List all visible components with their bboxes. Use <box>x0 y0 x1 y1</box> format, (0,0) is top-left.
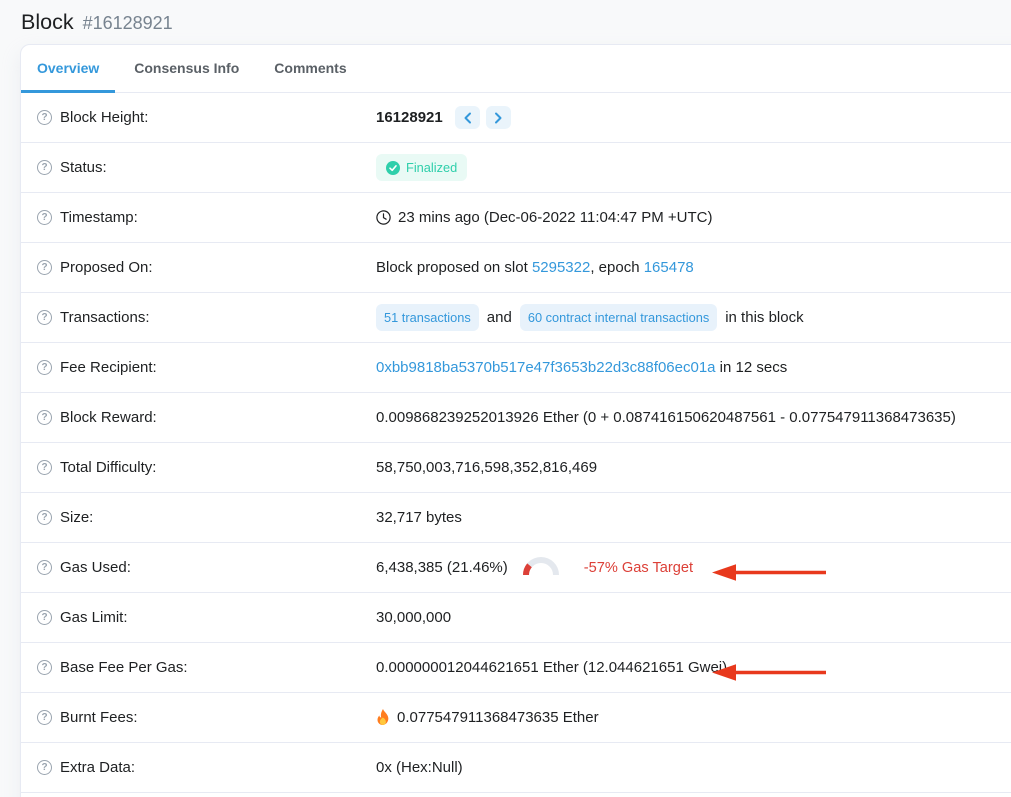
row-label: ? Block Reward: <box>37 409 376 426</box>
question-icon[interactable]: ? <box>37 260 52 275</box>
row-status: ? Status: Finalized <box>21 143 1011 193</box>
row-label: ? Gas Used: <box>37 559 376 576</box>
row-label: ? Proposed On: <box>37 259 376 276</box>
question-icon[interactable]: ? <box>37 760 52 775</box>
transactions-conjunction: and <box>487 309 512 326</box>
page-block-number: #16128921 <box>83 13 173 34</box>
row-gas-used: ? Gas Used: 6,438,385 (21.46%) -57% Gas … <box>21 543 1011 593</box>
tab-comments[interactable]: Comments <box>258 45 362 93</box>
row-label: ? Fee Recipient: <box>37 359 376 376</box>
row-transactions: ? Transactions: 51 transactions and 60 c… <box>21 293 1011 343</box>
row-label: ? Extra Data: <box>37 759 376 776</box>
fee-recipient-suffix: in 12 secs <box>716 359 788 376</box>
block-height-label: Block Height: <box>60 109 148 126</box>
row-label: ? Size: <box>37 509 376 526</box>
proposed-on-text: Block proposed on slot <box>376 259 532 276</box>
row-proposed-on: ? Proposed On: Block proposed on slot 52… <box>21 243 1011 293</box>
gas-used-value: 6,438,385 (21.46%) <box>376 559 508 576</box>
row-fee-recipient: ? Fee Recipient: 0xbb9818ba5370b517e47f3… <box>21 343 1011 393</box>
row-label: ? Transactions: <box>37 309 376 326</box>
block-height-value: 16128921 <box>376 109 443 126</box>
gas-limit-label: Gas Limit: <box>60 609 128 626</box>
status-badge-text: Finalized <box>406 160 457 175</box>
timestamp-value: 23 mins ago (Dec-06-2022 11:04:47 PM +UT… <box>398 209 712 226</box>
row-label: ? Block Height: <box>37 109 376 126</box>
gas-limit-value: 30,000,000 <box>376 609 451 626</box>
question-icon[interactable]: ? <box>37 310 52 325</box>
transactions-label: Transactions: <box>60 309 149 326</box>
fee-recipient-label: Fee Recipient: <box>60 359 157 376</box>
row-label: ? Total Difficulty: <box>37 459 376 476</box>
row-block-height: ? Block Height: 16128921 <box>21 93 1011 143</box>
fee-recipient-address-link[interactable]: 0xbb9818ba5370b517e47f3653b22d3c88f06ec0… <box>376 359 716 376</box>
chevron-left-icon <box>463 112 472 124</box>
total-difficulty-label: Total Difficulty: <box>60 459 156 476</box>
question-icon[interactable]: ? <box>37 160 52 175</box>
flame-icon <box>376 709 390 726</box>
row-timestamp: ? Timestamp: 23 mins ago (Dec-06-2022 11… <box>21 193 1011 243</box>
question-icon[interactable]: ? <box>37 210 52 225</box>
question-icon[interactable]: ? <box>37 360 52 375</box>
row-size: ? Size: 32,717 bytes <box>21 493 1011 543</box>
page-header: Block #16128921 <box>0 0 1011 35</box>
epoch-link[interactable]: 165478 <box>644 259 694 276</box>
row-burnt-fees: ? Burnt Fees: 0.077547911368473635 Ether <box>21 693 1011 743</box>
burnt-fees-label: Burnt Fees: <box>60 709 138 726</box>
gas-gauge-icon <box>523 557 559 578</box>
question-icon[interactable]: ? <box>37 710 52 725</box>
proposed-on-label: Proposed On: <box>60 259 153 276</box>
page-title: Block <box>21 10 74 35</box>
status-label: Status: <box>60 159 107 176</box>
internal-transactions-badge[interactable]: 60 contract internal transactions <box>520 304 717 331</box>
block-reward-label: Block Reward: <box>60 409 157 426</box>
total-difficulty-value: 58,750,003,716,598,352,816,469 <box>376 459 597 476</box>
row-block-reward: ? Block Reward: 0.009868239252013926 Eth… <box>21 393 1011 443</box>
question-icon[interactable]: ? <box>37 460 52 475</box>
row-label: ? Timestamp: <box>37 209 376 226</box>
timestamp-label: Timestamp: <box>60 209 138 226</box>
block-reward-value: 0.009868239252013926 Ether (0 + 0.087416… <box>376 409 956 426</box>
clock-icon <box>376 210 391 225</box>
question-icon[interactable]: ? <box>37 410 52 425</box>
base-fee-label: Base Fee Per Gas: <box>60 659 188 676</box>
question-icon[interactable]: ? <box>37 560 52 575</box>
tab-consensus-info[interactable]: Consensus Info <box>118 45 255 93</box>
proposed-on-epoch-text: , epoch <box>590 259 643 276</box>
extra-data-label: Extra Data: <box>60 759 135 776</box>
burnt-fees-value: 0.077547911368473635 Ether <box>397 709 599 726</box>
row-extra-data: ? Extra Data: 0x (Hex:Null) <box>21 743 1011 793</box>
chevron-right-icon <box>494 112 503 124</box>
base-fee-value: 0.000000012044621651 Ether (12.044621651… <box>376 659 727 676</box>
next-block-button[interactable] <box>486 106 511 129</box>
question-icon[interactable]: ? <box>37 660 52 675</box>
row-label: ? Status: <box>37 159 376 176</box>
previous-block-button[interactable] <box>455 106 480 129</box>
question-icon[interactable]: ? <box>37 510 52 525</box>
row-base-fee-per-gas: ? Base Fee Per Gas: 0.000000012044621651… <box>21 643 1011 693</box>
question-icon[interactable]: ? <box>37 110 52 125</box>
transactions-count-badge[interactable]: 51 transactions <box>376 304 479 331</box>
status-badge: Finalized <box>376 154 467 181</box>
extra-data-value: 0x (Hex:Null) <box>376 759 463 776</box>
tab-overview[interactable]: Overview <box>21 45 115 93</box>
row-label: ? Base Fee Per Gas: <box>37 659 376 676</box>
size-value: 32,717 bytes <box>376 509 462 526</box>
block-details-card: Overview Consensus Info Comments ? Block… <box>20 44 1011 797</box>
question-icon[interactable]: ? <box>37 610 52 625</box>
check-circle-icon <box>386 161 400 175</box>
transactions-suffix: in this block <box>725 309 803 326</box>
row-total-difficulty: ? Total Difficulty: 58,750,003,716,598,3… <box>21 443 1011 493</box>
row-gas-limit: ? Gas Limit: 30,000,000 <box>21 593 1011 643</box>
slot-link[interactable]: 5295322 <box>532 259 590 276</box>
gas-used-label: Gas Used: <box>60 559 131 576</box>
gas-target-delta: -57% Gas Target <box>584 560 693 576</box>
size-label: Size: <box>60 509 93 526</box>
tab-bar: Overview Consensus Info Comments <box>21 45 1011 93</box>
row-label: ? Burnt Fees: <box>37 709 376 726</box>
row-label: ? Gas Limit: <box>37 609 376 626</box>
